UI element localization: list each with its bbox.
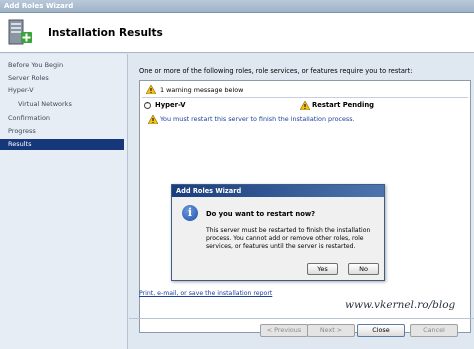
next-button[interactable]: Next > [307,324,355,337]
sidebar-item-confirmation[interactable]: Confirmation [0,113,128,124]
main-content: One or more of the following roles, role… [129,54,474,349]
window-title: Add Roles Wizard [4,2,74,10]
close-button[interactable]: Close [357,324,405,337]
dialog-body: This server must be restarted to finish … [206,227,371,250]
previous-button[interactable]: < Previous [260,324,308,337]
sidebar-item-progress[interactable]: Progress [0,126,128,137]
cancel-button[interactable]: Cancel [410,324,458,337]
role-name: Hyper-V [155,101,186,109]
wizard-steps-sidebar: Before You Begin Server Roles Hyper-V Vi… [0,54,128,349]
collapse-icon[interactable]: ⌃ [144,102,151,109]
sidebar-item-virtual-networks[interactable]: Virtual Networks [0,99,128,110]
role-status: Restart Pending [312,101,375,109]
no-button[interactable]: No [348,263,379,275]
header: Installation Results [0,13,474,53]
info-icon: i [182,205,198,221]
page-title: Installation Results [48,27,163,39]
warning-icon [148,115,158,124]
sidebar-item-results[interactable]: Results [0,139,124,150]
sidebar-item-hyper-v[interactable]: Hyper-V [0,85,128,96]
dialog-title: Add Roles Wizard [172,185,384,197]
sidebar-item-before-you-begin[interactable]: Before You Begin [0,60,128,71]
warning-icon [146,85,156,94]
title-bar: Add Roles Wizard [0,0,474,13]
server-roles-add-icon [8,19,32,45]
warning-summary-text: 1 warning message below [160,86,244,94]
yes-button[interactable]: Yes [307,263,338,275]
sidebar-item-server-roles[interactable]: Server Roles [0,73,128,84]
restart-dialog: Add Roles Wizard i Do you want to restar… [171,184,385,281]
intro-text: One or more of the following roles, role… [139,67,413,75]
divider [142,97,468,98]
dialog-question: Do you want to restart now? [206,210,316,218]
role-result-row: ⌃ Hyper-V Restart Pending [144,101,470,111]
footer-divider [129,318,474,319]
role-message: You must restart this server to finish t… [160,115,355,123]
installation-report-link[interactable]: Print, e-mail, or save the installation … [139,290,272,297]
watermark: www.vkernel.ro/blog [345,299,456,311]
warning-icon [300,101,310,110]
